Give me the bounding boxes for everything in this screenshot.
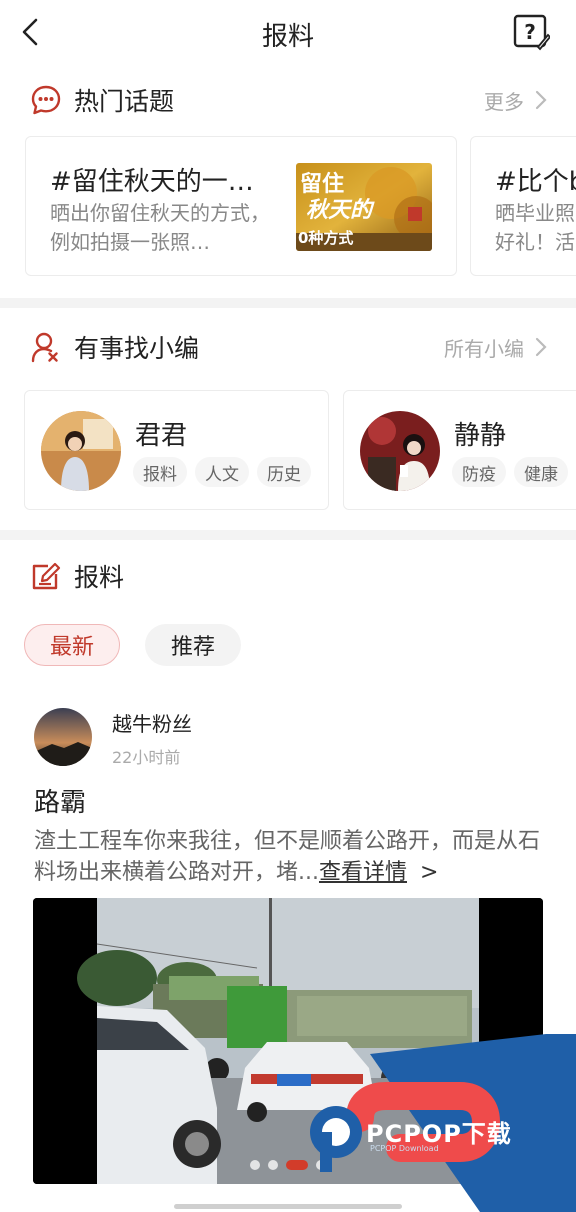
post-timestamp: 22小时前 — [112, 748, 181, 767]
avatar — [41, 411, 121, 491]
filter-latest[interactable]: 最新 — [24, 624, 120, 666]
editor-tags: 报料 人文 历史 — [133, 457, 311, 487]
avatar — [360, 411, 440, 491]
help-edit-icon[interactable]: ? — [512, 13, 550, 51]
svg-text:?: ? — [524, 20, 536, 44]
chevron-right-icon[interactable]: > — [420, 860, 438, 885]
svg-text:留住: 留住 — [300, 171, 344, 197]
editor-carousel[interactable]: 君君 报料 人文 历史 静静 防疫 健康 — [0, 390, 576, 512]
topic-title: #留住秋天的一… — [50, 167, 254, 197]
hot-topics-header: 热门话题 — [30, 80, 174, 120]
topic-card[interactable]: #留住秋天的一… 晒出你留住秋天的方式，例如拍摄一张照… 留住 秋天的 0种方式 — [25, 136, 457, 276]
tag[interactable]: 历史 — [257, 457, 311, 487]
post-username[interactable]: 越牛粉丝 — [112, 708, 192, 737]
edit-note-icon — [32, 562, 61, 590]
editor-tags: 防疫 健康 — [452, 457, 568, 487]
filter-recommended[interactable]: 推荐 — [145, 624, 241, 666]
view-details-link[interactable]: 查看详情 — [319, 860, 407, 885]
hot-topics-title: 热门话题 — [74, 87, 175, 116]
topic-description: 晒出你留住秋天的方式，例如拍摄一张照… — [50, 201, 270, 254]
reports-header: 报料 — [30, 556, 124, 596]
chevron-right-icon — [535, 337, 547, 357]
more-label: 更多 — [484, 89, 524, 114]
svg-text:秋天的: 秋天的 — [306, 197, 375, 223]
tag[interactable]: 健康 — [514, 457, 568, 487]
topic-thumbnail: 留住 秋天的 0种方式 — [296, 163, 432, 251]
carousel-dot[interactable] — [268, 1160, 278, 1170]
topic-description: 晒毕业照好礼！活 — [495, 201, 575, 254]
svg-text:0种方式: 0种方式 — [298, 229, 353, 247]
reports-title: 报料 — [74, 563, 125, 592]
section-divider — [0, 530, 576, 540]
watermark-subtitle: PCPOP Download — [370, 1144, 439, 1153]
post-body: 渣土工程车你来我往，但不是顺着公路开，而是从石料场出来横着公路对开，堵...查看… — [34, 826, 546, 888]
person-icon — [31, 332, 58, 363]
carousel-dot[interactable] — [250, 1160, 260, 1170]
avatar[interactable] — [34, 708, 92, 766]
editor-name: 君君 — [135, 421, 188, 451]
top-bar: 报料 ? — [0, 0, 576, 66]
editor-card[interactable]: 君君 报料 人文 历史 — [24, 390, 329, 510]
tag[interactable]: 防疫 — [452, 457, 506, 487]
post-title[interactable]: 路霸 — [34, 782, 86, 819]
tag[interactable]: 人文 — [195, 457, 249, 487]
all-editors-label: 所有小编 — [444, 336, 524, 361]
editors-title: 有事找小编 — [74, 334, 200, 363]
topic-carousel[interactable]: #留住秋天的一… 晒出你留住秋天的方式，例如拍摄一张照… 留住 秋天的 0种方式 — [0, 136, 576, 278]
home-indicator[interactable] — [174, 1204, 402, 1209]
page-title: 报料 — [261, 22, 314, 52]
watermark: PCPOP下载 PCPOP Download — [300, 1034, 576, 1212]
topic-title: #比个b — [495, 167, 576, 197]
hot-topics-more-link[interactable]: 更多 — [484, 80, 548, 120]
all-editors-link[interactable]: 所有小编 — [444, 327, 548, 367]
topic-card[interactable]: #比个b 晒毕业照好礼！活 — [470, 136, 576, 276]
editor-card[interactable]: 静静 防疫 健康 — [343, 390, 576, 510]
tag[interactable]: 报料 — [133, 457, 187, 487]
post-body-text: 渣土工程车你来我往，但不是顺着公路开，而是从石料场出来横着公路对开，堵... — [34, 829, 541, 885]
editor-name: 静静 — [454, 421, 507, 451]
editors-header: 有事找小编 — [30, 327, 199, 367]
chat-bubble-icon — [31, 85, 61, 115]
section-divider — [0, 298, 576, 308]
chevron-right-icon — [535, 90, 547, 110]
